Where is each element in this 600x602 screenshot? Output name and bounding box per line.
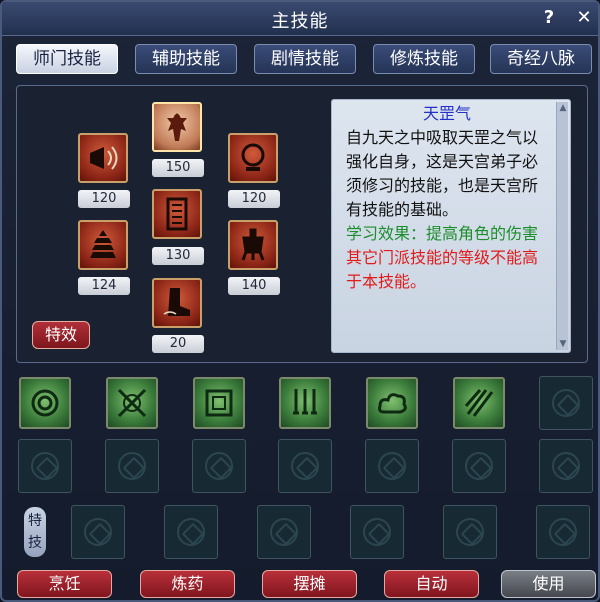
skill-level-badge: 130 xyxy=(152,247,204,265)
knot-pattern-icon xyxy=(31,452,59,480)
skill-boot[interactable] xyxy=(152,278,202,328)
skill-level-badge: 124 xyxy=(78,277,130,295)
knot-pattern-icon xyxy=(549,518,577,546)
empty-skill-slot[interactable] xyxy=(18,439,72,493)
skill-level-badge: 150 xyxy=(152,159,204,177)
window-title: 主技能 xyxy=(271,11,329,32)
special-effect-button[interactable]: 特效 xyxy=(32,321,90,349)
stall-button[interactable]: 摆摊 xyxy=(262,570,357,598)
description-scrollbar[interactable]: ▲ ▼ xyxy=(556,102,568,350)
skill-level-badge: 120 xyxy=(228,190,280,208)
tab-assist-skills[interactable]: 辅助技能 xyxy=(135,44,237,74)
empty-skill-slot[interactable] xyxy=(278,439,332,493)
close-button[interactable]: ✕ xyxy=(573,7,595,29)
special-skill-slot[interactable] xyxy=(71,505,125,559)
skill-level-badge: 120 xyxy=(78,190,130,208)
empty-skill-slot[interactable] xyxy=(105,439,159,493)
claw-slash-icon xyxy=(464,389,494,417)
skill-warrior-figure[interactable] xyxy=(152,102,202,152)
knot-pattern-icon xyxy=(552,452,580,480)
grid-skill-cloud[interactable] xyxy=(366,377,418,429)
boot-icon xyxy=(163,288,190,316)
auto-button[interactable]: 自动 xyxy=(384,570,479,598)
help-button[interactable]: ? xyxy=(538,7,560,29)
learning-effect-text: 学习效果：提高角色的伤害 xyxy=(346,224,539,243)
empty-skill-slot[interactable] xyxy=(452,439,506,493)
use-button[interactable]: 使用 xyxy=(501,570,596,598)
knot-pattern-icon xyxy=(378,452,406,480)
grid-skill-crossed-sword[interactable] xyxy=(106,377,158,429)
skill-mirror[interactable] xyxy=(228,133,278,183)
mirror-icon xyxy=(241,143,265,171)
special-skill-slot[interactable] xyxy=(350,505,404,559)
special-skill-slot[interactable] xyxy=(443,505,497,559)
empty-skill-slot[interactable] xyxy=(539,439,593,493)
skill-level-badge: 140 xyxy=(228,277,280,295)
special-skill-slot[interactable] xyxy=(257,505,311,559)
grid-skill-claw-slash[interactable] xyxy=(453,377,505,429)
skill-description-text: 自九天之中吸取天罡之气以强化自身，这是天宫弟子必须修习的技能，也是天宫所有技能的… xyxy=(346,128,539,219)
skill-pagoda[interactable] xyxy=(78,220,128,270)
scroll-icon xyxy=(166,197,188,231)
warning-text: 其它门派技能的等级不能高于本技能。 xyxy=(346,248,539,291)
title-bar[interactable]: 主技能 ? ✕ xyxy=(2,2,598,36)
daggers-icon xyxy=(293,389,317,415)
skill-window: 主技能 ? ✕ 师门技能 辅助技能 剧情技能 修炼技能 奇经八脉 150 120… xyxy=(0,0,600,602)
knot-pattern-icon xyxy=(270,518,298,546)
pagoda-icon xyxy=(90,230,116,258)
empty-skill-slot[interactable] xyxy=(539,376,593,430)
tab-story-skills[interactable]: 剧情技能 xyxy=(254,44,356,74)
tab-school-skills[interactable]: 师门技能 xyxy=(16,44,118,74)
empty-skill-slot[interactable] xyxy=(192,439,246,493)
warrior-figure-icon xyxy=(167,113,187,141)
knot-pattern-icon xyxy=(291,452,319,480)
knot-pattern-icon xyxy=(84,518,112,546)
empty-skill-slot[interactable] xyxy=(365,439,419,493)
horn-icon xyxy=(90,146,118,170)
crossed-sword-icon xyxy=(117,388,147,418)
skill-scroll[interactable] xyxy=(152,189,202,239)
cauldron-icon xyxy=(241,228,265,261)
skill-horn[interactable] xyxy=(78,133,128,183)
scroll-up-icon[interactable]: ▲ xyxy=(557,102,569,114)
skill-description-box[interactable]: 天罡气 自九天之中吸取天罡之气以强化自身，这是天宫弟子必须修习的技能，也是天宫所… xyxy=(331,99,571,353)
scroll-down-icon[interactable]: ▼ xyxy=(557,338,569,350)
grid-skill-daggers[interactable] xyxy=(279,377,331,429)
cloud-icon xyxy=(378,393,407,414)
grid-skill-frame[interactable] xyxy=(193,377,245,429)
tab-meridians[interactable]: 奇经八脉 xyxy=(490,44,592,74)
knot-pattern-icon xyxy=(205,452,233,480)
frame-icon xyxy=(205,389,233,417)
shield-ring-icon xyxy=(31,389,59,417)
skill-level-badge: 20 xyxy=(152,335,204,353)
special-skill-slot[interactable] xyxy=(164,505,218,559)
knot-pattern-icon xyxy=(552,389,580,417)
cooking-button[interactable]: 烹饪 xyxy=(17,570,112,598)
knot-pattern-icon xyxy=(177,518,205,546)
knot-pattern-icon xyxy=(363,518,391,546)
grid-skill-shield-ring[interactable] xyxy=(19,377,71,429)
knot-pattern-icon xyxy=(465,452,493,480)
knot-pattern-icon xyxy=(118,452,146,480)
alchemy-button[interactable]: 炼药 xyxy=(140,570,235,598)
special-skill-slot[interactable] xyxy=(536,505,590,559)
knot-pattern-icon xyxy=(456,518,484,546)
skill-name: 天罡气 xyxy=(422,104,471,123)
tab-cultivation-skills[interactable]: 修炼技能 xyxy=(373,44,475,74)
skill-cauldron[interactable] xyxy=(228,220,278,270)
special-skills-label: 特技 xyxy=(24,507,46,557)
